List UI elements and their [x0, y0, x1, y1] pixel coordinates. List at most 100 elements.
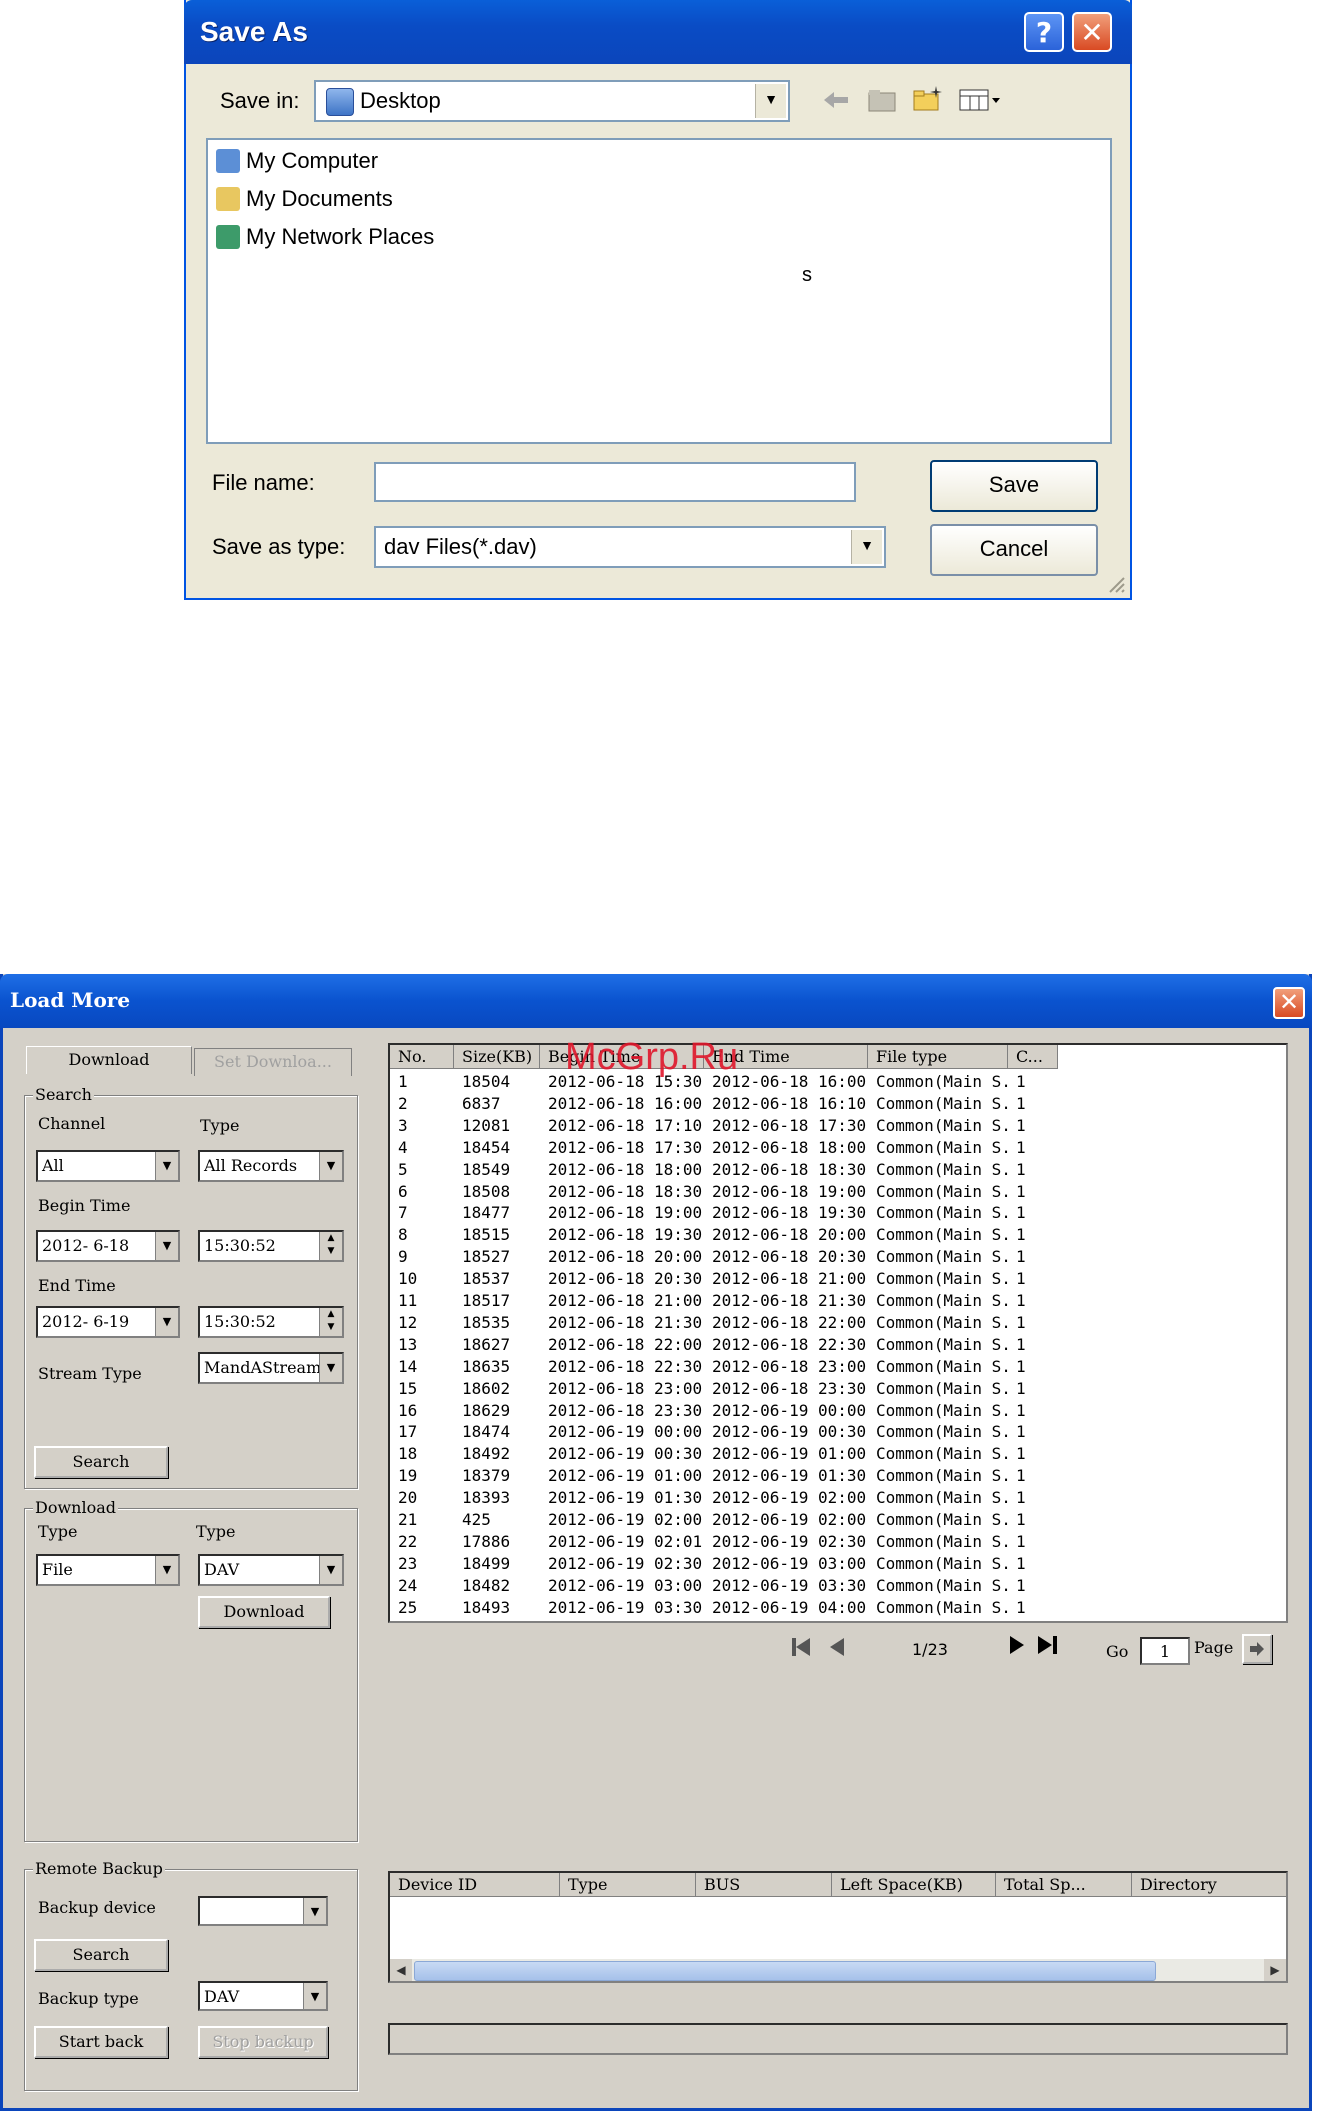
record-type-select[interactable]: All Records ▼ — [198, 1150, 344, 1182]
close-button[interactable]: ✕ — [1072, 12, 1112, 52]
go-page-button[interactable] — [1242, 1634, 1272, 1664]
table-row[interactable]: 9 18527 2012-06-18 20:00:00 2012-06-18 20:3… — [390, 1246, 1286, 1268]
last-page-icon[interactable] — [1036, 1634, 1064, 1656]
view-menu-icon[interactable] — [958, 86, 1006, 114]
table-row[interactable]: 10 18537 2012-06-18 20:30:00 2012-06-18 21:… — [390, 1268, 1286, 1290]
table-row[interactable]: 5 18549 2012-06-18 18:00:00 2012-06-18 18:3… — [390, 1159, 1286, 1181]
backup-column-header[interactable]: Directory — [1132, 1873, 1286, 1897]
save-as-titlebar[interactable]: Save As ? ✕ — [184, 0, 1132, 64]
table-row[interactable]: 7 18477 2012-06-18 19:00:00 2012-06-18 19:3… — [390, 1202, 1286, 1224]
table-row[interactable]: 25 18493 2012-06-19 03:30:00 2012-06-19 04:… — [390, 1597, 1286, 1619]
table-row[interactable]: 18 18492 2012-06-19 00:30:00 2012-06-19 01:… — [390, 1443, 1286, 1465]
column-header[interactable]: File type — [868, 1045, 1008, 1069]
back-icon[interactable] — [820, 86, 852, 114]
begin-time-spinner[interactable]: 15:30:52 ▲ ▼ — [198, 1230, 344, 1262]
spinner-arrows-icon[interactable]: ▲ ▼ — [319, 1232, 342, 1260]
scrollbar-thumb[interactable] — [414, 1961, 1156, 1981]
table-row[interactable]: 3 12081 2012-06-18 17:10:42 2012-06-18 17:3… — [390, 1115, 1286, 1137]
scroll-left-icon[interactable]: ◀ — [390, 1959, 412, 1981]
download-button-label: Download — [223, 1602, 305, 1621]
spinner-arrows-icon[interactable]: ▲ ▼ — [319, 1308, 342, 1336]
end-time-spinner[interactable]: 15:30:52 ▲ ▼ — [198, 1306, 344, 1338]
new-folder-icon[interactable] — [912, 84, 944, 112]
table-row[interactable]: 4 18454 2012-06-18 17:30:00 2012-06-18 18:0… — [390, 1137, 1286, 1159]
chevron-down-icon[interactable]: ▼ — [851, 530, 882, 564]
backup-device-table[interactable]: Device ID Type BUS Left Space(KB) Total Sp..… — [388, 1871, 1288, 1983]
table-row[interactable]: 6 18508 2012-06-18 18:30:00 2012-06-18 19:0… — [390, 1181, 1286, 1203]
column-header[interactable]: C... — [1008, 1045, 1058, 1069]
table-row[interactable]: 19 18379 2012-06-19 01:00:00 2012-06-19 01:… — [390, 1465, 1286, 1487]
backup-column-header[interactable]: BUS — [696, 1873, 832, 1897]
resize-grip-icon[interactable] — [1104, 572, 1126, 594]
file-name-input[interactable] — [374, 462, 856, 502]
file-list-item[interactable]: My Network Places — [216, 220, 434, 254]
end-date-picker[interactable]: 2012- 6-19 ▼ — [36, 1306, 180, 1338]
records-table[interactable]: No. Size(KB) Begin Time End Time File type C.… — [388, 1043, 1288, 1623]
backup-search-button[interactable]: Search — [34, 1939, 168, 1971]
table-row[interactable]: 13 18627 2012-06-18 22:00:00 2012-06-18 22:… — [390, 1334, 1286, 1356]
chevron-down-icon[interactable]: ▼ — [755, 84, 786, 118]
table-row[interactable]: 14 18635 2012-06-18 22:30:00 2012-06-18 23:… — [390, 1356, 1286, 1378]
search-button[interactable]: Search — [34, 1446, 168, 1478]
save-as-type-combo[interactable]: dav Files(*.dav) ▼ — [374, 526, 886, 568]
file-list-item[interactable]: My Computer — [216, 144, 378, 178]
horizontal-scrollbar[interactable]: ◀ ▶ — [390, 1959, 1286, 1981]
stop-backup-button[interactable]: Stop backup — [198, 2026, 328, 2058]
chevron-down-icon[interactable]: ▼ — [155, 1232, 178, 1260]
backup-column-header[interactable]: Type — [560, 1873, 696, 1897]
chevron-down-icon[interactable]: ▼ — [155, 1308, 178, 1336]
table-row[interactable]: 11 18517 2012-06-18 21:00:00 2012-06-18 21:… — [390, 1290, 1286, 1312]
file-list[interactable]: My Computer My Documents My Network Places… — [206, 138, 1112, 444]
chevron-down-icon[interactable]: ▼ — [155, 1152, 178, 1180]
table-row[interactable]: 17 18474 2012-06-19 00:00:00 2012-06-19 00:… — [390, 1421, 1286, 1443]
start-backup-button[interactable]: Start back — [34, 2026, 168, 2058]
table-row[interactable]: 2 6837 2012-06-18 16:00:00 2012-06-18 16:10… — [390, 1093, 1286, 1115]
save-button[interactable]: Save — [930, 460, 1098, 512]
chevron-down-icon[interactable]: ▼ — [303, 1983, 326, 2009]
next-page-icon[interactable] — [1006, 1634, 1028, 1656]
backup-column-header[interactable]: Device ID — [390, 1873, 560, 1897]
tab-download[interactable]: Download — [26, 1046, 192, 1074]
download-button[interactable]: Download — [198, 1596, 330, 1628]
table-row[interactable]: 15 18602 2012-06-18 23:00:00 2012-06-18 23:… — [390, 1378, 1286, 1400]
table-row[interactable]: 20 18393 2012-06-19 01:30:00 2012-06-19 02:… — [390, 1487, 1286, 1509]
backup-type-select[interactable]: DAV ▼ — [198, 1981, 328, 2011]
table-row[interactable]: 12 18535 2012-06-18 21:30:00 2012-06-18 22:… — [390, 1312, 1286, 1334]
file-list-item[interactable]: My Documents — [216, 182, 393, 216]
save-in-combo[interactable]: Desktop ▼ — [314, 80, 790, 122]
table-cell: 1 — [1016, 1422, 1026, 1442]
column-header[interactable]: No. — [390, 1045, 454, 1069]
load-more-titlebar[interactable]: Load More ✕ — [0, 974, 1312, 1028]
backup-device-select[interactable]: ▼ — [198, 1896, 328, 1926]
previous-page-icon[interactable] — [826, 1636, 848, 1658]
stream-type-select[interactable]: MandAStream ▼ — [198, 1352, 344, 1384]
up-folder-icon[interactable] — [866, 86, 898, 114]
table-cell: 1 — [1016, 1400, 1026, 1420]
begin-time-label: Begin Time — [38, 1196, 131, 1215]
table-row[interactable]: 21 425 2012-06-19 02:00:00 2012-06-19 02:00… — [390, 1509, 1286, 1531]
begin-date-picker[interactable]: 2012- 6-18 ▼ — [36, 1230, 180, 1262]
chevron-down-icon[interactable]: ▼ — [303, 1898, 326, 1924]
tab-set-download[interactable]: Set Downloa... — [194, 1048, 352, 1076]
chevron-down-icon[interactable]: ▼ — [319, 1354, 342, 1382]
channel-select[interactable]: All ▼ — [36, 1150, 180, 1182]
table-row[interactable]: 24 18482 2012-06-19 03:00:00 2012-06-19 03:… — [390, 1575, 1286, 1597]
table-row[interactable]: 16 18629 2012-06-18 23:30:00 2012-06-19 00:… — [390, 1400, 1286, 1422]
go-page-input[interactable] — [1140, 1637, 1190, 1665]
table-row[interactable]: 22 17886 2012-06-19 02:01:00 2012-06-19 02:… — [390, 1531, 1286, 1553]
chevron-down-icon[interactable]: ▼ — [319, 1556, 342, 1584]
chevron-down-icon[interactable]: ▼ — [319, 1152, 342, 1180]
download-type-select[interactable]: File ▼ — [36, 1554, 180, 1586]
cancel-button[interactable]: Cancel — [930, 524, 1098, 576]
chevron-down-icon[interactable]: ▼ — [155, 1556, 178, 1584]
backup-column-header[interactable]: Total Sp... — [996, 1873, 1132, 1897]
table-row[interactable]: 1185042012-06-18 15:30:002012-06-18 16:0… — [390, 1071, 1286, 1093]
download-format-select[interactable]: DAV ▼ — [198, 1554, 344, 1586]
table-row[interactable]: 23 18499 2012-06-19 02:30:00 2012-06-19 03:… — [390, 1553, 1286, 1575]
table-row[interactable]: 8 18515 2012-06-18 19:30:00 2012-06-18 20:0… — [390, 1224, 1286, 1246]
backup-column-header[interactable]: Left Space(KB) — [832, 1873, 996, 1897]
close-button[interactable]: ✕ — [1273, 987, 1305, 1019]
scroll-right-icon[interactable]: ▶ — [1264, 1959, 1286, 1981]
column-header[interactable]: Size(KB) — [454, 1045, 540, 1069]
help-button[interactable]: ? — [1024, 12, 1064, 52]
